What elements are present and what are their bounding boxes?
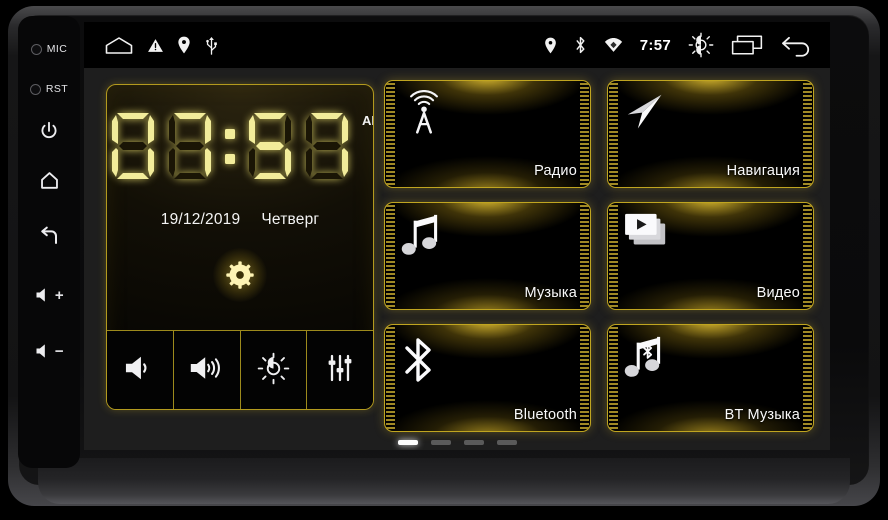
app-tile-grid: Радио Навигация Музыка Видео Bluetooth B…	[384, 80, 814, 432]
clock-colon	[221, 109, 239, 183]
speaker-low-icon	[123, 353, 157, 388]
page-dot[interactable]	[463, 439, 484, 445]
clock-digit-3	[301, 109, 353, 183]
back-arrow-icon	[37, 223, 61, 247]
reset-label: RST	[45, 83, 69, 95]
speaker-icon	[34, 341, 54, 361]
recents-icon[interactable]	[731, 35, 763, 55]
tile-label: Bluetooth	[513, 407, 577, 423]
music-note-icon	[399, 212, 447, 262]
warning-triangle-icon	[147, 37, 164, 54]
clock-date-row: 19/12/2019 Четверг	[107, 211, 373, 229]
wifi-icon	[604, 37, 623, 53]
brightness-sun-icon	[257, 352, 290, 390]
usb-icon	[204, 36, 219, 55]
status-time: 7:57	[639, 36, 671, 54]
tile-bt-music[interactable]: BT Музыка	[607, 324, 814, 432]
tile-bluetooth[interactable]: Bluetooth	[384, 324, 591, 432]
quick-control-bar	[107, 330, 373, 409]
page-indicator	[84, 434, 830, 450]
page-dot[interactable]	[397, 439, 418, 445]
clock-meridiem: AM	[362, 113, 373, 128]
gear-icon	[213, 248, 267, 302]
volume-down-button[interactable]	[107, 331, 174, 409]
clock-widget-panel: AM 19/12/2019 Четверг	[106, 84, 374, 410]
radio-tower-icon	[399, 90, 449, 140]
volume-up-label: +	[54, 286, 65, 304]
home-pentagon-icon[interactable]	[104, 35, 134, 55]
clock-date: 19/12/2019	[160, 211, 241, 228]
clock-face[interactable]: AM 19/12/2019 Четверг	[107, 85, 373, 330]
brightness-button[interactable]	[240, 331, 308, 409]
settings-shortcut[interactable]	[107, 248, 373, 302]
digital-clock: AM	[107, 109, 373, 187]
tile-radio[interactable]: Радио	[384, 80, 591, 188]
clock-digit-1	[164, 109, 216, 183]
tile-music[interactable]: Музыка	[384, 202, 591, 310]
power-button[interactable]	[18, 114, 80, 148]
tile-label: Видео	[756, 285, 800, 301]
equalizer-sliders-icon	[325, 353, 355, 388]
power-icon	[38, 120, 60, 142]
speaker-high-icon	[189, 353, 225, 388]
volume-up-button[interactable]	[173, 331, 241, 409]
clock-digit-2	[244, 109, 296, 183]
mic-hole: MIC	[18, 32, 80, 66]
volume-down-button[interactable]: −	[18, 334, 80, 368]
volume-up-button[interactable]: +	[18, 278, 80, 312]
home-screen: AM 19/12/2019 Четверг	[84, 68, 830, 450]
tile-label: Навигация	[726, 163, 800, 179]
back-button[interactable]	[18, 218, 80, 252]
touchscreen: 7:57 A 19/12/2019 Четверг Радио Навигаци…	[84, 22, 830, 450]
clock-digit-0	[107, 109, 159, 183]
location-pin-icon	[177, 36, 191, 54]
brightness-icon[interactable]	[688, 32, 714, 58]
location-pin-icon	[544, 37, 557, 54]
speaker-icon	[34, 285, 54, 305]
tile-video[interactable]: Видео	[607, 202, 814, 310]
mic-label: MIC	[46, 43, 68, 55]
head-unit-device: MIC RST + − 7:57 A 19/12/2019 Четверг Ра…	[0, 0, 888, 520]
equalizer-button[interactable]	[307, 331, 373, 409]
navigation-arrow-icon	[622, 90, 672, 140]
reset-button[interactable]: RST	[18, 72, 80, 106]
device-bottom-lip	[38, 458, 850, 504]
physical-key-column: MIC RST + −	[18, 16, 80, 468]
video-play-icon	[622, 212, 674, 254]
bluetooth-icon	[399, 334, 441, 386]
volume-down-label: −	[54, 342, 65, 360]
tile-label: BT Музыка	[724, 407, 800, 423]
bluetooth-music-icon	[622, 334, 670, 384]
tile-navigation[interactable]: Навигация	[607, 80, 814, 188]
bluetooth-icon	[574, 36, 587, 54]
clock-digit-group: AM	[107, 109, 373, 183]
page-dot[interactable]	[430, 439, 451, 445]
page-dot[interactable]	[496, 439, 517, 445]
clock-weekday: Четверг	[261, 211, 320, 228]
home-icon	[38, 169, 61, 192]
status-bar: 7:57	[84, 22, 830, 68]
tile-label: Музыка	[524, 285, 577, 301]
mic-hole-icon	[30, 43, 42, 55]
back-arrow-icon[interactable]	[780, 33, 812, 57]
home-button[interactable]	[18, 163, 80, 197]
tile-label: Радио	[534, 163, 577, 179]
reset-hole-icon	[29, 83, 41, 95]
